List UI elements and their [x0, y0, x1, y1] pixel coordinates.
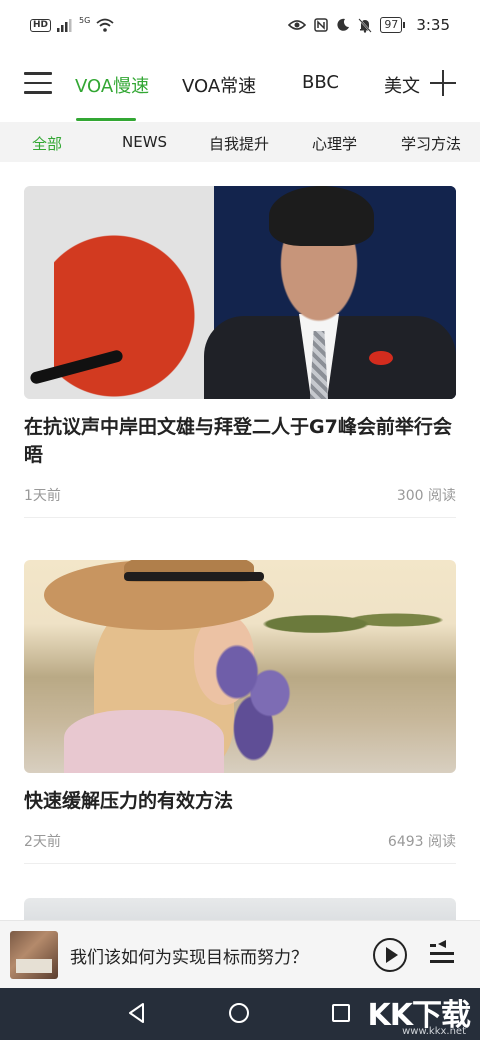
article-image[interactable]: [24, 186, 456, 399]
status-bar: HD 5G 97 3:35: [0, 0, 480, 56]
mini-player-title[interactable]: 我们该如何为实现目标而努力？: [70, 943, 308, 968]
status-right: 97 3:35: [288, 16, 450, 34]
article-meta: 2天前 6493 阅读: [24, 831, 456, 851]
status-left: HD 5G: [30, 15, 114, 32]
category-psychology[interactable]: 心理学: [312, 133, 357, 154]
network-type-label: 5G: [79, 15, 91, 25]
home-icon[interactable]: [229, 1003, 249, 1023]
back-icon[interactable]: [126, 1002, 148, 1024]
playlist-icon[interactable]: [430, 940, 454, 966]
divider: [24, 517, 456, 518]
mini-player[interactable]: 我们该如何为实现目标而努力？: [0, 920, 480, 988]
category-bar: 全部 NEWS 自我提升 心理学 学习方法: [0, 122, 480, 162]
article-time: 1天前: [24, 488, 61, 504]
tab-voa-slow[interactable]: VOA慢速: [75, 72, 149, 98]
active-tab-indicator: [76, 118, 136, 121]
clock: 3:35: [416, 16, 450, 34]
article-card[interactable]: 在抗议声中岸田文雄与拜登二人于G7峰会前举行会晤 1天前 300 阅读: [24, 186, 456, 518]
hd-badge: HD: [30, 18, 52, 32]
mini-player-thumbnail[interactable]: [10, 931, 58, 979]
tab-essays[interactable]: 美文: [384, 72, 420, 98]
article-time: 2天前: [24, 834, 61, 850]
eye-icon: [288, 20, 307, 30]
article-reads: 300 阅读: [396, 488, 456, 504]
tab-voa-standard[interactable]: VOA常速: [182, 72, 256, 98]
wifi-icon: [96, 18, 114, 32]
battery-icon: 97: [380, 17, 406, 33]
signal-icon: [57, 19, 72, 32]
watermark-logo: KK下载 www.kkx.net: [360, 990, 471, 1038]
play-button[interactable]: [373, 938, 407, 972]
category-news[interactable]: NEWS: [122, 133, 167, 151]
add-channel-icon[interactable]: [430, 70, 456, 96]
article-title[interactable]: 在抗议声中岸田文雄与拜登二人于G7峰会前举行会晤: [24, 413, 456, 469]
category-self-improvement[interactable]: 自我提升: [209, 133, 269, 154]
top-tab-bar: VOA慢速 VOA常速 BBC 美文: [0, 56, 480, 121]
article-feed: 在抗议声中岸田文雄与拜登二人于G7峰会前举行会晤 1天前 300 阅读 快速缓解…: [24, 186, 456, 928]
system-nav-bar: KK下载 www.kkx.net: [0, 988, 480, 1040]
watermark-url: www.kkx.net: [402, 1026, 466, 1037]
bell-off-icon: [358, 17, 373, 33]
moon-icon: [337, 18, 350, 31]
article-title[interactable]: 快速缓解压力的有效方法: [24, 787, 456, 815]
nfc-icon: [314, 18, 329, 32]
divider: [24, 863, 456, 864]
article-meta: 1天前 300 阅读: [24, 485, 456, 505]
article-image[interactable]: [24, 560, 456, 773]
menu-icon[interactable]: [24, 72, 52, 96]
recent-apps-icon[interactable]: [332, 1004, 350, 1022]
article-card[interactable]: 快速缓解压力的有效方法 2天前 6493 阅读: [24, 560, 456, 864]
category-study-methods[interactable]: 学习方法: [401, 133, 461, 154]
category-all[interactable]: 全部: [32, 133, 62, 154]
article-reads: 6493 阅读: [387, 834, 456, 850]
tab-bbc[interactable]: BBC: [302, 72, 339, 93]
